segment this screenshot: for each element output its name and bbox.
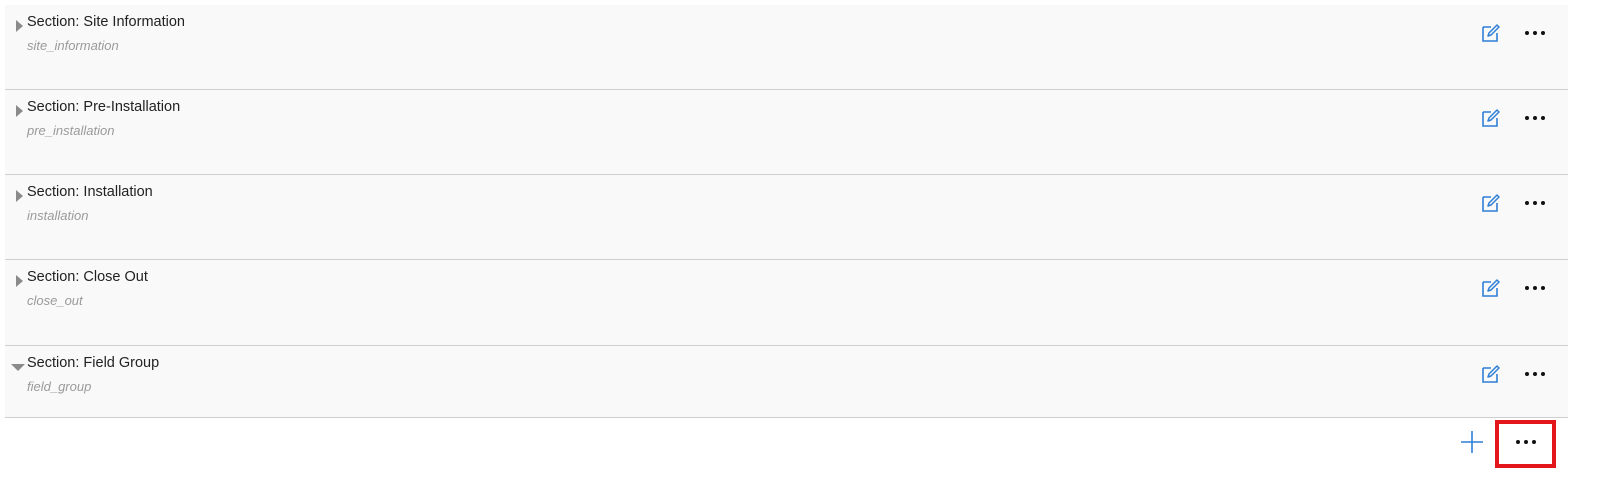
- more-options-button[interactable]: [1523, 192, 1547, 214]
- section-title: Section: Field Group: [27, 355, 160, 371]
- edit-icon: [1482, 194, 1500, 212]
- section-title: Section: Pre-Installation: [27, 99, 181, 115]
- section-row-close-out: Section: Close Out close_out: [5, 260, 1568, 346]
- more-horizontal-icon: [1516, 440, 1536, 444]
- section-title: Section: Close Out: [27, 269, 148, 285]
- section-row-field-group: Section: Field Group field_group: [5, 346, 1568, 418]
- footer-more-options-button[interactable]: [1495, 420, 1556, 468]
- section-row-site-information: Section: Site Information site_informati…: [5, 5, 1568, 90]
- chevron-right-icon: [16, 275, 23, 287]
- more-options-button[interactable]: [1523, 363, 1547, 385]
- row-divider: [5, 417, 1568, 418]
- section-title: Section: Installation: [27, 184, 153, 200]
- chevron-right-icon: [16, 105, 23, 117]
- section-key: pre_installation: [27, 123, 115, 138]
- section-toggle[interactable]: [14, 102, 24, 118]
- section-toggle[interactable]: [14, 17, 24, 33]
- edit-icon: [1482, 279, 1500, 297]
- more-horizontal-icon: [1525, 201, 1545, 205]
- edit-section-button[interactable]: [1480, 192, 1502, 214]
- more-options-button[interactable]: [1523, 277, 1547, 299]
- section-title: Section: Site Information: [27, 14, 185, 30]
- section-key: installation: [27, 208, 89, 223]
- edit-section-button[interactable]: [1480, 22, 1502, 44]
- plus-icon: [1461, 431, 1483, 453]
- edit-icon: [1482, 365, 1500, 383]
- section-toggle[interactable]: [11, 358, 25, 374]
- more-options-button[interactable]: [1523, 22, 1547, 44]
- section-row-installation: Section: Installation installation: [5, 175, 1568, 260]
- edit-section-button[interactable]: [1480, 277, 1502, 299]
- more-horizontal-icon: [1525, 286, 1545, 290]
- section-key: field_group: [27, 379, 92, 394]
- more-horizontal-icon: [1525, 31, 1545, 35]
- edit-section-button[interactable]: [1480, 107, 1502, 129]
- add-section-button[interactable]: [1460, 430, 1484, 454]
- more-horizontal-icon: [1525, 372, 1545, 376]
- form-sections-page: Section: Site Information site_informati…: [0, 0, 1598, 500]
- section-toggle[interactable]: [14, 272, 24, 288]
- chevron-down-icon: [11, 364, 25, 371]
- section-key: close_out: [27, 293, 83, 308]
- more-options-button[interactable]: [1523, 107, 1547, 129]
- section-toggle[interactable]: [14, 187, 24, 203]
- section-key: site_information: [27, 38, 119, 53]
- chevron-right-icon: [16, 190, 23, 202]
- edit-section-button[interactable]: [1480, 363, 1502, 385]
- edit-icon: [1482, 109, 1500, 127]
- section-row-pre-installation: Section: Pre-Installation pre_installati…: [5, 90, 1568, 175]
- chevron-right-icon: [16, 20, 23, 32]
- more-horizontal-icon: [1525, 116, 1545, 120]
- edit-icon: [1482, 24, 1500, 42]
